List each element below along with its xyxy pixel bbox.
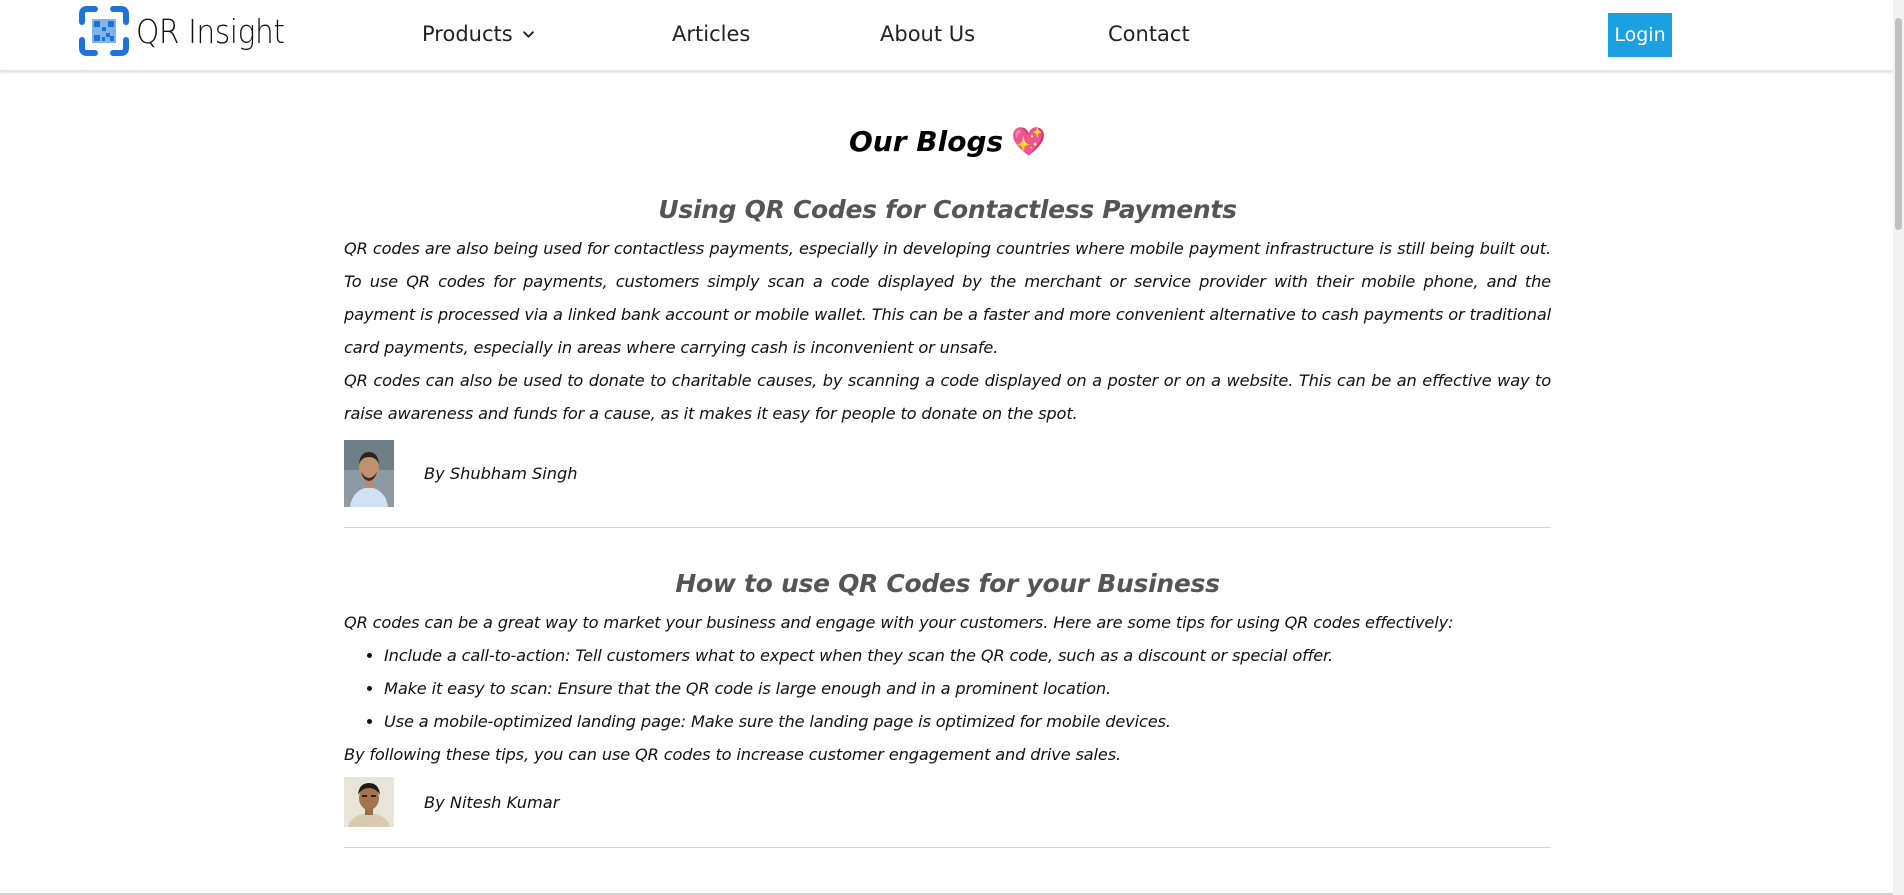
- chevron-down-icon: [522, 30, 534, 38]
- post-intro: QR codes can be a great way to market yo…: [344, 613, 1454, 632]
- blog-post: Using QR Codes for Contactless Payments …: [344, 190, 1551, 528]
- avatar: [344, 440, 394, 507]
- author-name: By Shubham Singh: [424, 464, 578, 483]
- tips-list: Include a call-to-action: Tell customers…: [344, 639, 1551, 738]
- qr-code-icon: [79, 6, 129, 56]
- scrollbar[interactable]: [1893, 0, 1904, 895]
- avatar: [344, 777, 394, 827]
- scrollbar-thumb[interactable]: [1895, 18, 1902, 230]
- brand-link[interactable]: QR Insight: [78, 5, 301, 57]
- post-author: By Shubham Singh: [344, 440, 1551, 507]
- post-paragraph: QR codes are also being used for contact…: [344, 239, 1551, 357]
- nav-about-us[interactable]: About Us: [880, 22, 975, 46]
- post-author: By Nitesh Kumar: [344, 777, 1551, 827]
- post-divider: [344, 847, 1551, 848]
- post-paragraph: QR codes can also be used to donate to c…: [344, 371, 1551, 423]
- post-outro: By following these tips, you can use QR …: [344, 745, 1121, 764]
- navbar: QR Insight Products Articles About Us Co…: [0, 0, 1893, 71]
- post-divider: [344, 527, 1551, 528]
- login-button[interactable]: Login: [1608, 13, 1672, 57]
- page-title: Our Blogs 💖: [344, 118, 1551, 166]
- post-title: How to use QR Codes for your Business: [675, 569, 1220, 598]
- page-title-text: Our Blogs: [848, 125, 1004, 158]
- nav-products[interactable]: Products: [422, 22, 535, 46]
- sparkling-heart-icon: 💖: [1011, 125, 1047, 158]
- author-name: By Nitesh Kumar: [424, 792, 560, 812]
- main-content: Our Blogs 💖 Using QR Codes for Contactles…: [344, 118, 1551, 848]
- list-item: Include a call-to-action: Tell customers…: [384, 639, 1551, 672]
- post-title: Using QR Codes for Contactless Payments: [658, 195, 1237, 224]
- list-item: Use a mobile-optimized landing page: Mak…: [384, 705, 1551, 738]
- blog-post: How to use QR Codes for your Business QR…: [344, 564, 1551, 848]
- brand-name: QR Insight: [136, 11, 285, 51]
- nav-contact[interactable]: Contact: [1108, 22, 1190, 46]
- nav-products-label: Products: [422, 22, 513, 46]
- list-item: Make it easy to scan: Ensure that the QR…: [384, 672, 1551, 705]
- nav-articles[interactable]: Articles: [672, 22, 750, 46]
